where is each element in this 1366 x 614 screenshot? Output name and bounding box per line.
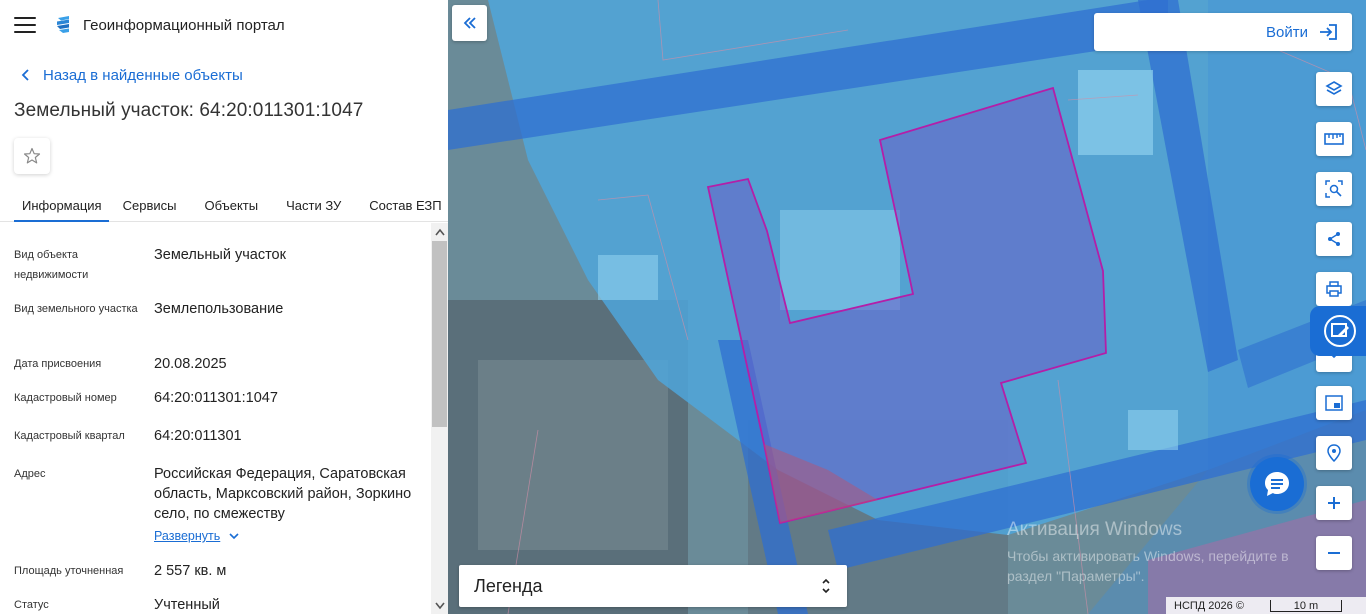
chat-button[interactable] [1250,457,1304,511]
tab-parcel-parts[interactable]: Части ЗУ [286,192,341,222]
info-value: 2 557 кв. м [154,563,227,579]
zoom-in-icon [1328,497,1340,509]
info-label: Площадь уточненная [14,565,124,577]
collapse-panel-button[interactable] [452,5,487,41]
scroll-thumb[interactable] [432,241,447,427]
measure-button[interactable] [1316,122,1352,156]
info-label: Вид земельного участка [14,303,138,315]
scroll-up-icon[interactable] [431,223,448,240]
login-label: Войти [1266,23,1308,41]
info-panel: Геоинформационный портал Назад в найденн… [0,0,448,614]
object-title: Земельный участок: 64:20:011301:1047 [14,100,364,121]
info-value: Учтенный [154,597,220,613]
info-label: Статус [14,599,49,611]
info-list: Вид объекта недвижимости Земельный участ… [0,223,430,614]
app-root: Геоинформационный портал Назад в найденн… [0,0,1366,614]
panel-scrollbar[interactable] [431,223,448,614]
portal-logo-icon [57,16,69,33]
area-search-icon [1325,180,1343,198]
info-value: 64:20:011301 [154,428,242,444]
print-icon [1326,281,1342,297]
login-arrow-icon [1320,24,1337,40]
map-view[interactable]: Войти Легенда Активация Windows Чтобы ак… [448,0,1366,614]
zoom-out-icon [1328,552,1340,554]
info-label: Кадастровый номер [14,392,117,404]
address-text: Российская Федерация, Саратовская област… [154,466,412,522]
info-label: Кадастровый квартал [14,430,125,442]
back-link-label: Назад в найденные объекты [43,66,243,84]
info-value: Землепользование [154,301,284,317]
tab-information[interactable]: Информация [14,192,109,222]
info-label: Адрес [14,468,46,480]
star-outline-icon [23,147,41,164]
legend-toggle[interactable]: Легенда [459,565,847,607]
minimap-button[interactable] [1316,386,1352,420]
expand-label: Развернуть [154,529,221,543]
feedback-edit-icon [1324,315,1356,347]
zoom-out-button[interactable] [1316,536,1352,570]
legend-label: Легенда [474,575,543,596]
map-attribution: НСПД 2026 © 10 m [1166,597,1366,614]
info-value: 20.08.2025 [154,356,227,372]
chevron-left-icon [21,69,29,81]
feedback-button[interactable] [1310,306,1366,356]
favorite-button[interactable] [14,138,50,174]
info-value: Земельный участок [154,247,286,263]
layers-icon [1325,81,1343,95]
tabs-bar: Информация Сервисы Объекты Части ЗУ Сост… [0,192,448,222]
zoom-in-button[interactable] [1316,486,1352,520]
expand-link[interactable]: Развернуть [154,526,419,546]
expand-updown-icon [822,578,830,594]
double-chevron-left-icon [463,17,476,29]
app-title: Геоинформационный портал [83,16,285,34]
layers-button[interactable] [1316,72,1352,106]
chevron-down-icon [229,533,239,540]
tab-objects[interactable]: Объекты [204,192,258,222]
ruler-icon [1324,133,1344,145]
info-value: 64:20:011301:1047 [154,390,278,406]
chat-bubble-icon [1265,472,1289,496]
print-button[interactable] [1316,272,1352,306]
tab-ezp-composition[interactable]: Состав ЕЗП [369,192,441,222]
share-button[interactable] [1316,222,1352,256]
picture-in-picture-icon [1325,395,1343,411]
login-button[interactable]: Войти [1094,13,1352,51]
area-search-button[interactable] [1316,172,1352,206]
back-link[interactable]: Назад в найденные объекты [18,64,448,86]
info-label: Вид объекта недвижимости [14,249,89,281]
watermark-text: Чтобы активировать Windows, перейдите в … [1007,548,1289,584]
location-icon [1327,444,1341,462]
info-label: Дата присвоения [14,358,102,370]
windows-activation-watermark: Активация Windows Чтобы активировать Win… [1007,519,1307,586]
scale-bar: 10 m [1269,599,1342,612]
geolocation-button[interactable] [1316,436,1352,470]
watermark-title: Активация Windows [1007,519,1183,540]
scroll-down-icon[interactable] [431,597,448,614]
info-value: Российская Федерация, Саратовская област… [154,464,419,546]
tab-services[interactable]: Сервисы [123,192,177,222]
hamburger-menu-icon[interactable] [14,17,36,33]
copyright-text: НСПД 2026 © [1174,599,1244,612]
top-bar: Геоинформационный портал [0,0,448,50]
share-icon [1328,232,1340,246]
